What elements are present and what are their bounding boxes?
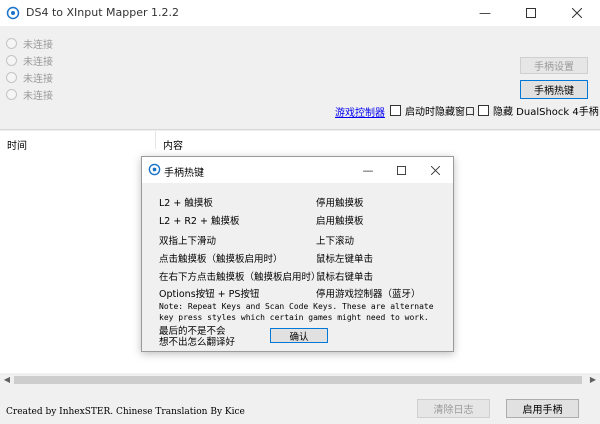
scrollbar-thumb[interactable] [14,376,582,384]
hide-ds4-checkbox[interactable]: 隐藏 DualShock 4手柄 [478,103,599,118]
controller-slot-2[interactable]: 未连接 [6,53,53,68]
hotkey-action: 鼠标右键单击 [316,272,374,283]
app-icon [148,163,161,176]
translator-note-line: 最后的不是不会 [159,326,226,337]
checkbox-label: 启动时隐藏窗口 [405,107,475,118]
hotkey-action: 停用触摸板 [316,198,364,209]
hotkey-combo: 双指上下滑动 [159,236,217,247]
minimize-icon: — [479,6,491,20]
horizontal-scrollbar[interactable]: ◀ ▶ [0,373,600,386]
hotkey-combo: L2 + R2 + 触摸板 [159,216,240,227]
dialog-title-bar: 手柄热键 — [142,157,453,183]
hotkey-action: 停用游戏控制器（蓝牙） [316,289,421,300]
maximize-button[interactable] [508,0,554,26]
hotkey-combo: Options按钮 + PS按钮 [159,289,260,300]
hotkey-combo: 点击触摸板（触摸板启用时） [159,254,283,265]
clear-log-button[interactable]: 清除日志 [417,399,490,418]
maximize-icon [526,8,536,18]
credits-text: Created by InhexSTER. Chinese Translatio… [6,407,245,417]
checkbox-label: 隐藏 DualShock 4手柄 [493,107,599,118]
app-icon [6,6,20,20]
controller-slot-1[interactable]: 未连接 [6,36,53,51]
start-button[interactable]: 启用手柄 [506,399,579,418]
checkbox-icon [390,105,401,116]
title-bar: DS4 to XInput Mapper 1.2.2 — [0,0,600,26]
controller-status: 未连接 [23,39,53,51]
hotkey-action: 启用触摸板 [316,216,364,227]
close-icon [572,8,582,18]
close-button[interactable] [554,0,600,26]
minimize-icon: — [362,163,374,177]
dialog-close-button[interactable] [418,157,452,183]
column-divider[interactable] [155,131,156,149]
controller-status: 未连接 [23,56,53,68]
controller-slot-3[interactable]: 未连接 [6,70,53,85]
controller-status: 未连接 [23,73,53,85]
controller-status: 未连接 [23,90,53,102]
hotkey-action: 鼠标左键单击 [316,254,374,265]
ok-button[interactable]: 确认 [270,328,328,343]
radio-icon [6,71,17,83]
controller-settings-button[interactable]: 手柄设置 [520,57,588,74]
hotkeys-button[interactable]: 手柄热键 [520,80,588,99]
translator-note-line: 想不出怎么翻译好 [159,337,236,348]
hotkey-action: 上下滚动 [316,236,355,247]
window-title: DS4 to XInput Mapper 1.2.2 [26,6,179,19]
hide-on-start-checkbox[interactable]: 启动时隐藏窗口 [390,103,475,118]
minimize-button[interactable]: — [462,0,508,26]
column-header-time[interactable]: 时间 [7,137,27,152]
dialog-maximize-button[interactable] [384,157,418,183]
hotkeys-dialog: 手柄热键 — L2 + 触摸板 停用触摸板 L2 + R2 + 触摸板 启用触摸… [141,156,454,352]
hotkey-combo: 在右下方点击触摸板（触摸板启用时） [159,272,321,283]
scroll-left-icon[interactable]: ◀ [0,373,14,386]
hotkey-combo: L2 + 触摸板 [159,198,213,209]
radio-icon [6,88,17,100]
controller-slot-4[interactable]: 未连接 [6,87,53,102]
dialog-minimize-button[interactable]: — [351,157,385,183]
hotkey-note: Note: Repeat Keys and Scan Code Keys. Th… [159,302,434,322]
close-icon [430,165,440,175]
translator-note: 最后的不是不会 想不出怎么翻译好 [159,326,235,348]
checkbox-icon [478,105,489,116]
maximize-icon [396,165,406,175]
dialog-title: 手柄热键 [164,168,204,179]
column-header-content[interactable]: 内容 [163,137,183,152]
radio-icon [6,37,17,49]
game-controllers-link[interactable]: 游戏控制器 [335,104,385,119]
radio-icon [6,54,17,66]
scroll-right-icon[interactable]: ▶ [586,373,600,386]
